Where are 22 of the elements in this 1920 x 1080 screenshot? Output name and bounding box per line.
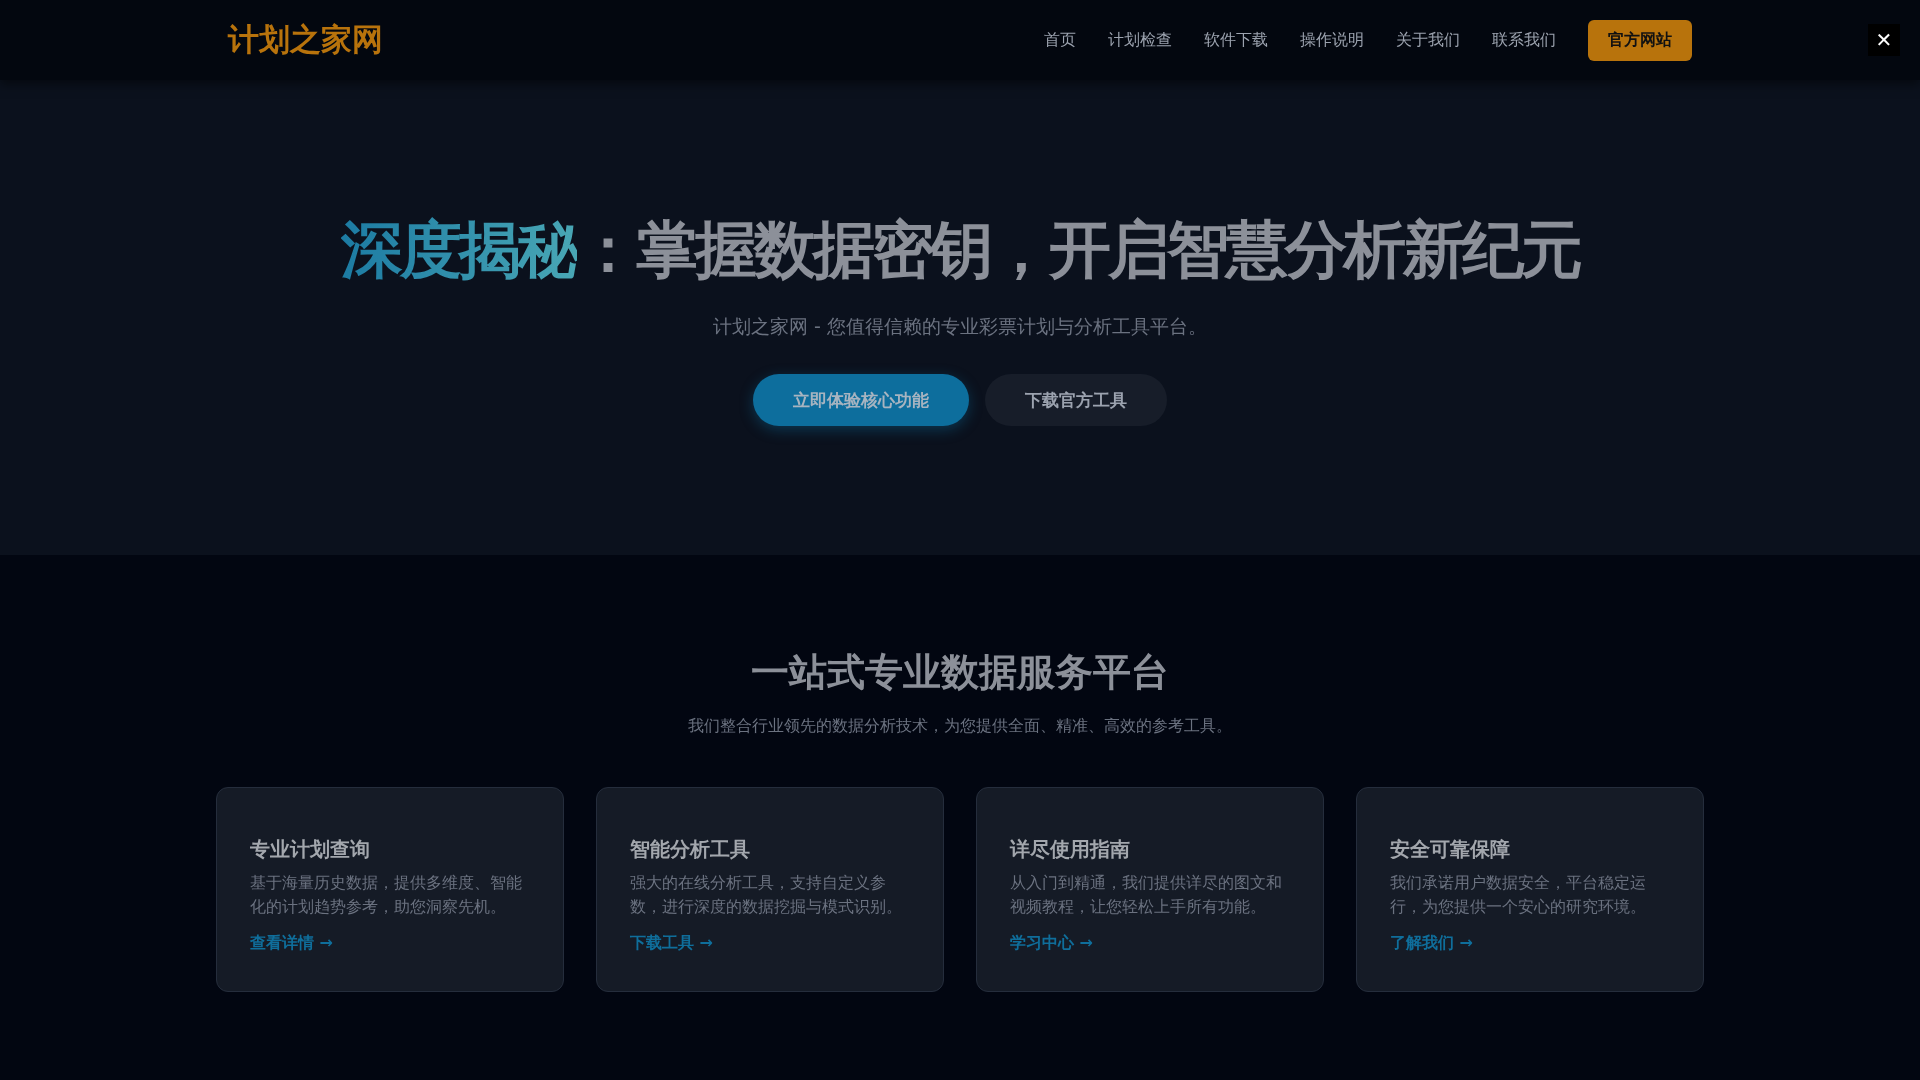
- card-title: 专业计划查询: [250, 836, 371, 863]
- card-description: 从入门到精通，我们提供详尽的图文和视频教程，让您轻松上手所有功能。: [1010, 872, 1283, 918]
- nav-link[interactable]: 关于我们: [1396, 29, 1460, 51]
- card-description: 我们承诺用户数据安全，平台稳定运行，为您提供一个安心的研究环境。: [1390, 872, 1647, 918]
- card-title: 智能分析工具: [630, 836, 751, 863]
- nav-link[interactable]: 首页: [1044, 29, 1076, 51]
- hero-title: 深度揭秘：掌握数据密钥，开启智慧分析新纪元: [340, 212, 1580, 288]
- secondary-button[interactable]: 下载官方工具: [985, 374, 1167, 426]
- site-logo[interactable]: 计划之家网: [228, 19, 383, 61]
- card-title: 详尽使用指南: [1010, 836, 1131, 863]
- card-description: 基于海量历史数据，提供多维度、智能化的计划趋势参考，助您洞察先机。: [250, 872, 523, 918]
- nav-link[interactable]: 操作说明: [1300, 29, 1364, 51]
- section-title: 一站式专业数据服务平台: [751, 649, 1169, 696]
- nav-link[interactable]: 联系我们: [1492, 29, 1556, 51]
- section-subtitle: 我们整合行业领先的数据分析技术，为您提供全面、精准、高效的参考工具。: [688, 716, 1232, 737]
- nav-link[interactable]: 软件下载: [1204, 29, 1268, 51]
- official-site-button[interactable]: 官方网站: [1588, 19, 1692, 61]
- nav-link[interactable]: 计划检查: [1108, 29, 1172, 51]
- hero-subtitle: 计划之家网 - 您值得信赖的专业彩票计划与分析工具平台。: [713, 314, 1207, 339]
- close-button[interactable]: ✕: [1868, 24, 1900, 56]
- card-description: 强大的在线分析工具，支持自定义参数，进行深度的数据挖掘与模式识别。: [630, 872, 903, 918]
- card-title: 安全可靠保障: [1390, 836, 1511, 863]
